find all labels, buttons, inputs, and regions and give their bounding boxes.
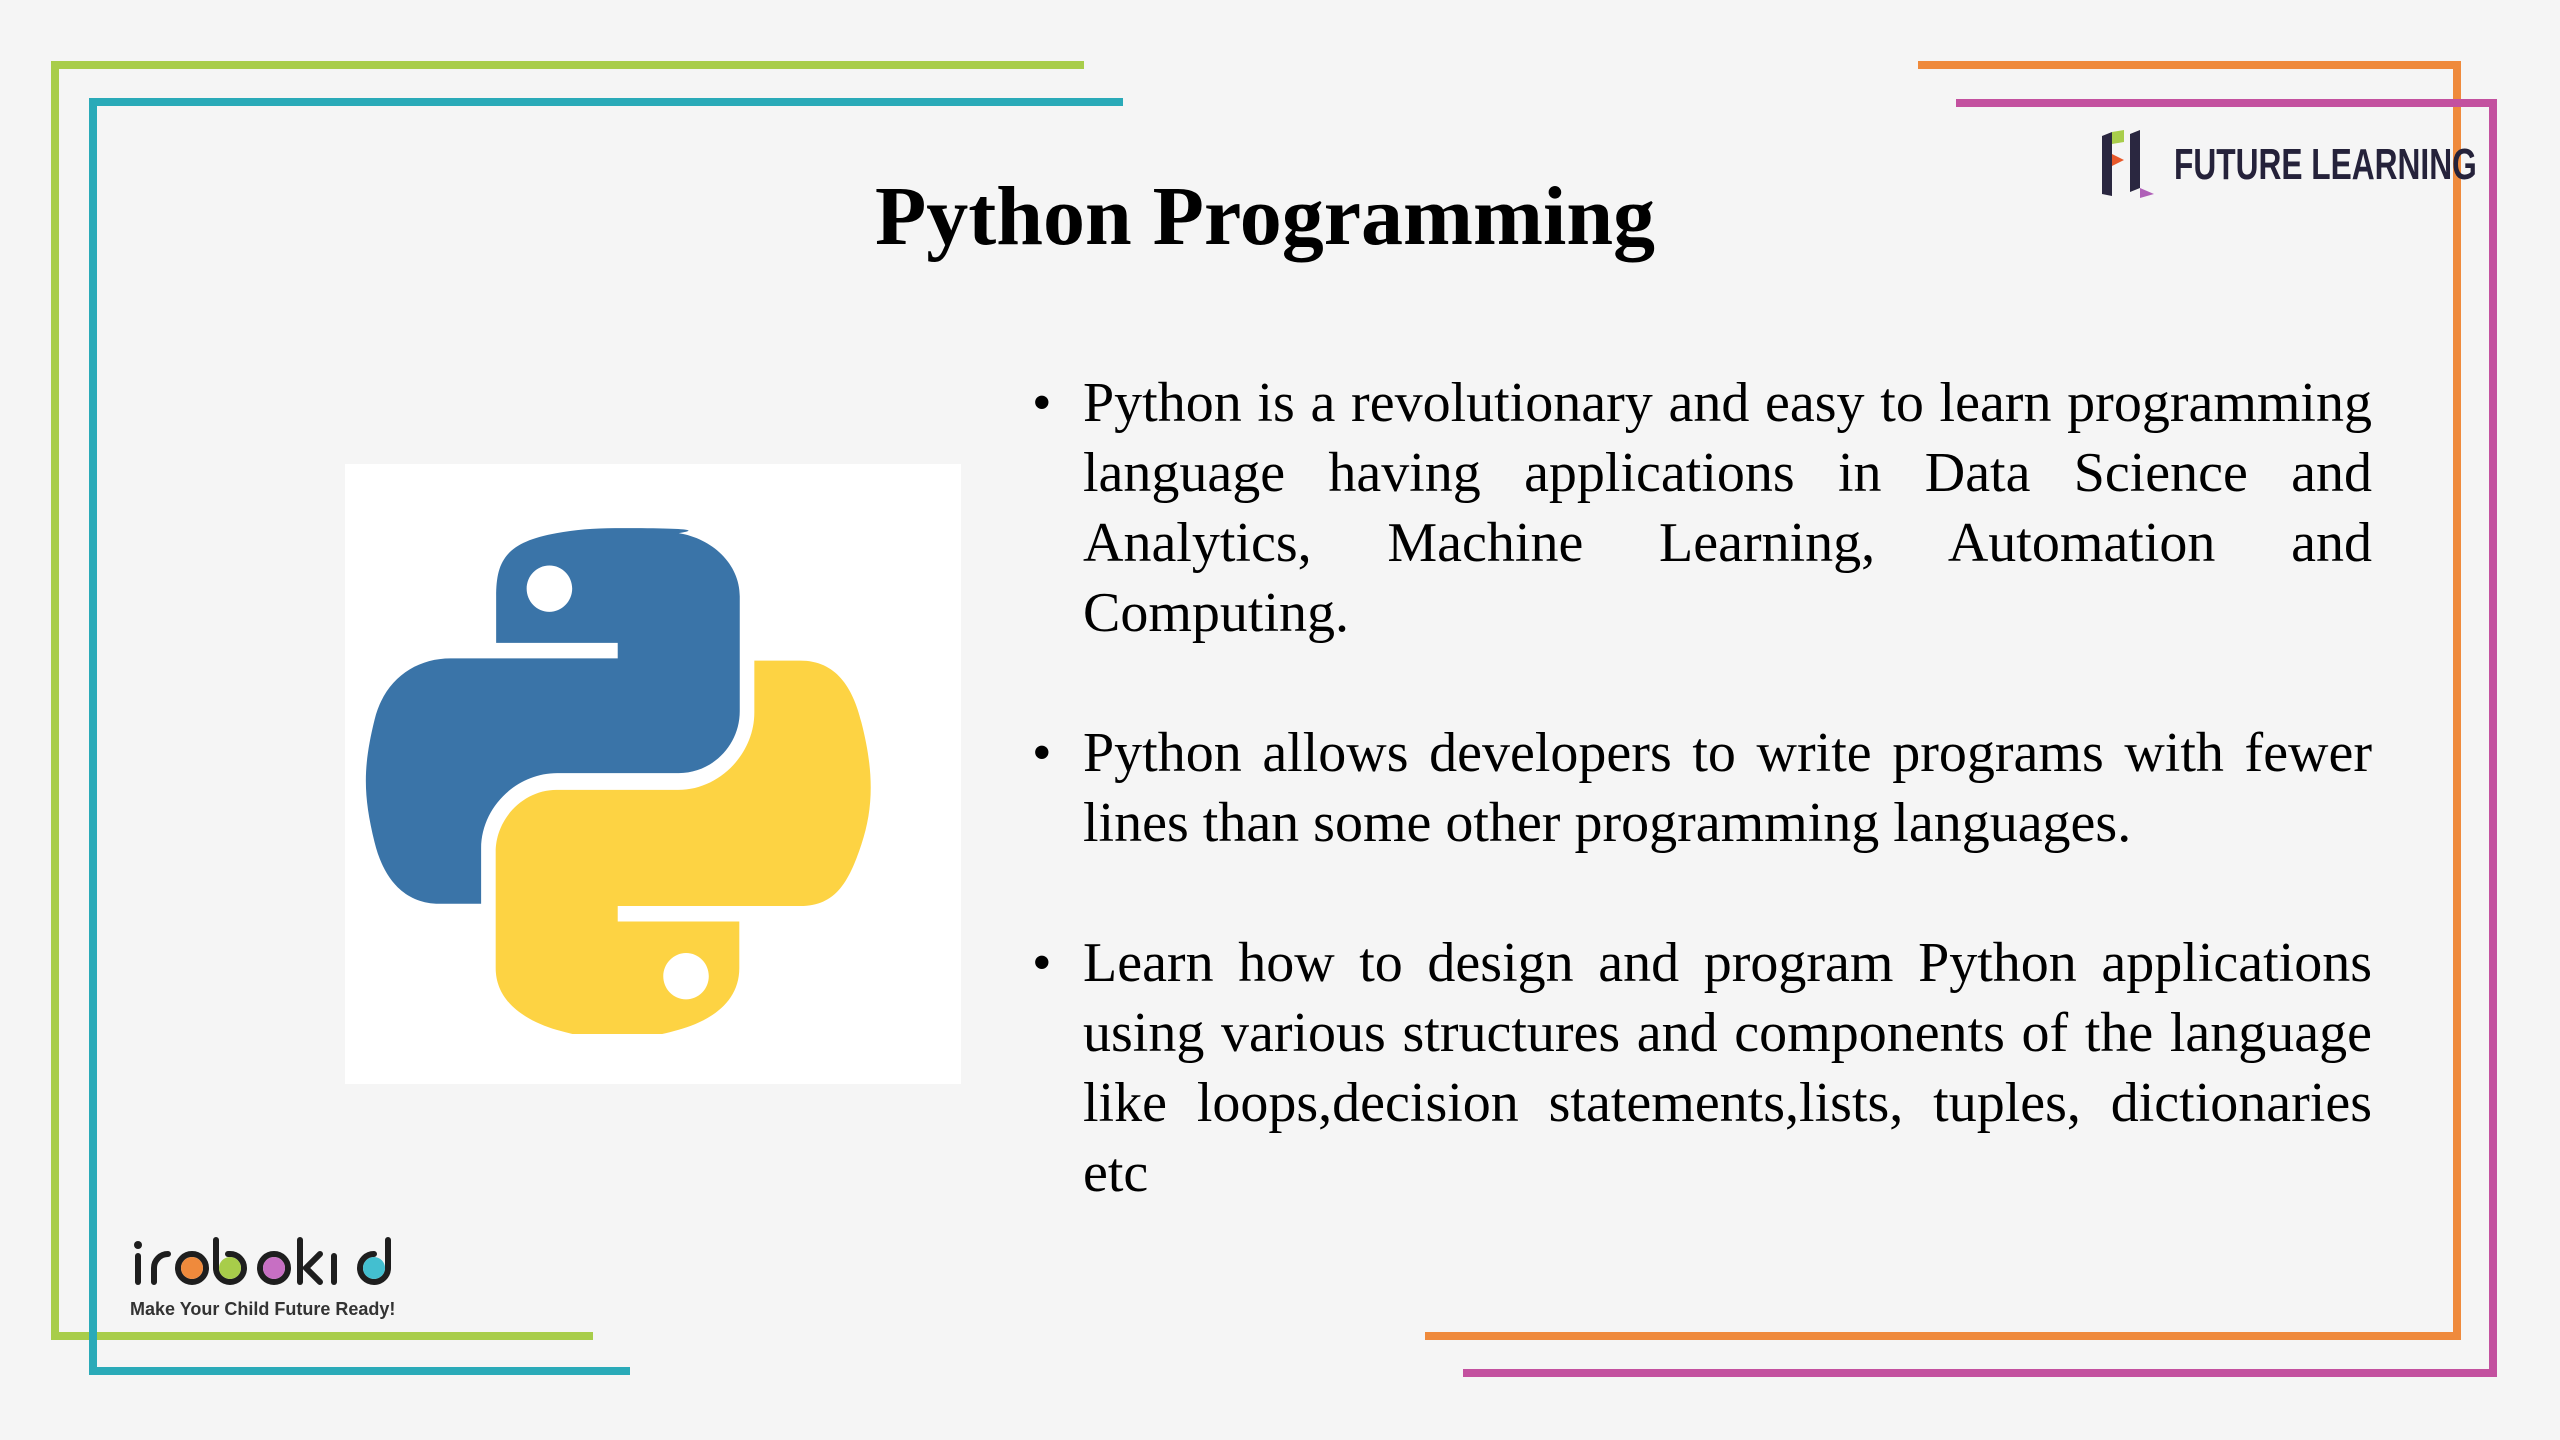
frame-teal-top [89,98,1123,106]
future-learning-text: FUTURE LEARNING [2174,140,2477,189]
fl-mark-icon [2102,130,2154,198]
python-logo-icon [365,528,871,1034]
bullet-dot: • [1032,932,1052,994]
bullet-item: • Python is a revolutionary and easy to l… [1032,368,2372,648]
frame-magenta-top [1956,99,2497,107]
frame-green-top [54,61,1084,69]
irobokid-wordmark-icon [134,1237,391,1285]
frame-orange-bottom [1425,1332,2461,1340]
bullet-text: Python is a revolutionary and easy to le… [1083,372,2372,644]
bullet-list: • Python is a revolutionary and easy to l… [1032,368,2372,1278]
irobokid-logo: Make Your Child Future Ready! [130,1236,400,1320]
frame-magenta-right [2489,99,2497,1377]
frame-orange-top [1918,61,2461,69]
bullet-dot: • [1032,372,1052,434]
bullet-dot: • [1032,722,1052,784]
bullet-item: • Python allows developers to write progr… [1032,718,2372,858]
future-learning-logo: FUTURE LEARNING [2100,128,2560,202]
bullet-text: Learn how to design and program Python a… [1083,932,2372,1204]
bullet-item: • Learn how to design and program Python … [1032,928,2372,1208]
frame-green-bottom [51,1332,593,1340]
bullet-text: Python allows developers to write progra… [1083,722,2372,854]
frame-magenta-bottom [1463,1369,2497,1377]
frame-teal-bottom [89,1367,630,1375]
frame-teal-left [89,98,97,1375]
python-logo-image [345,464,961,1084]
irobokid-tagline: Make Your Child Future Ready! [130,1299,396,1319]
